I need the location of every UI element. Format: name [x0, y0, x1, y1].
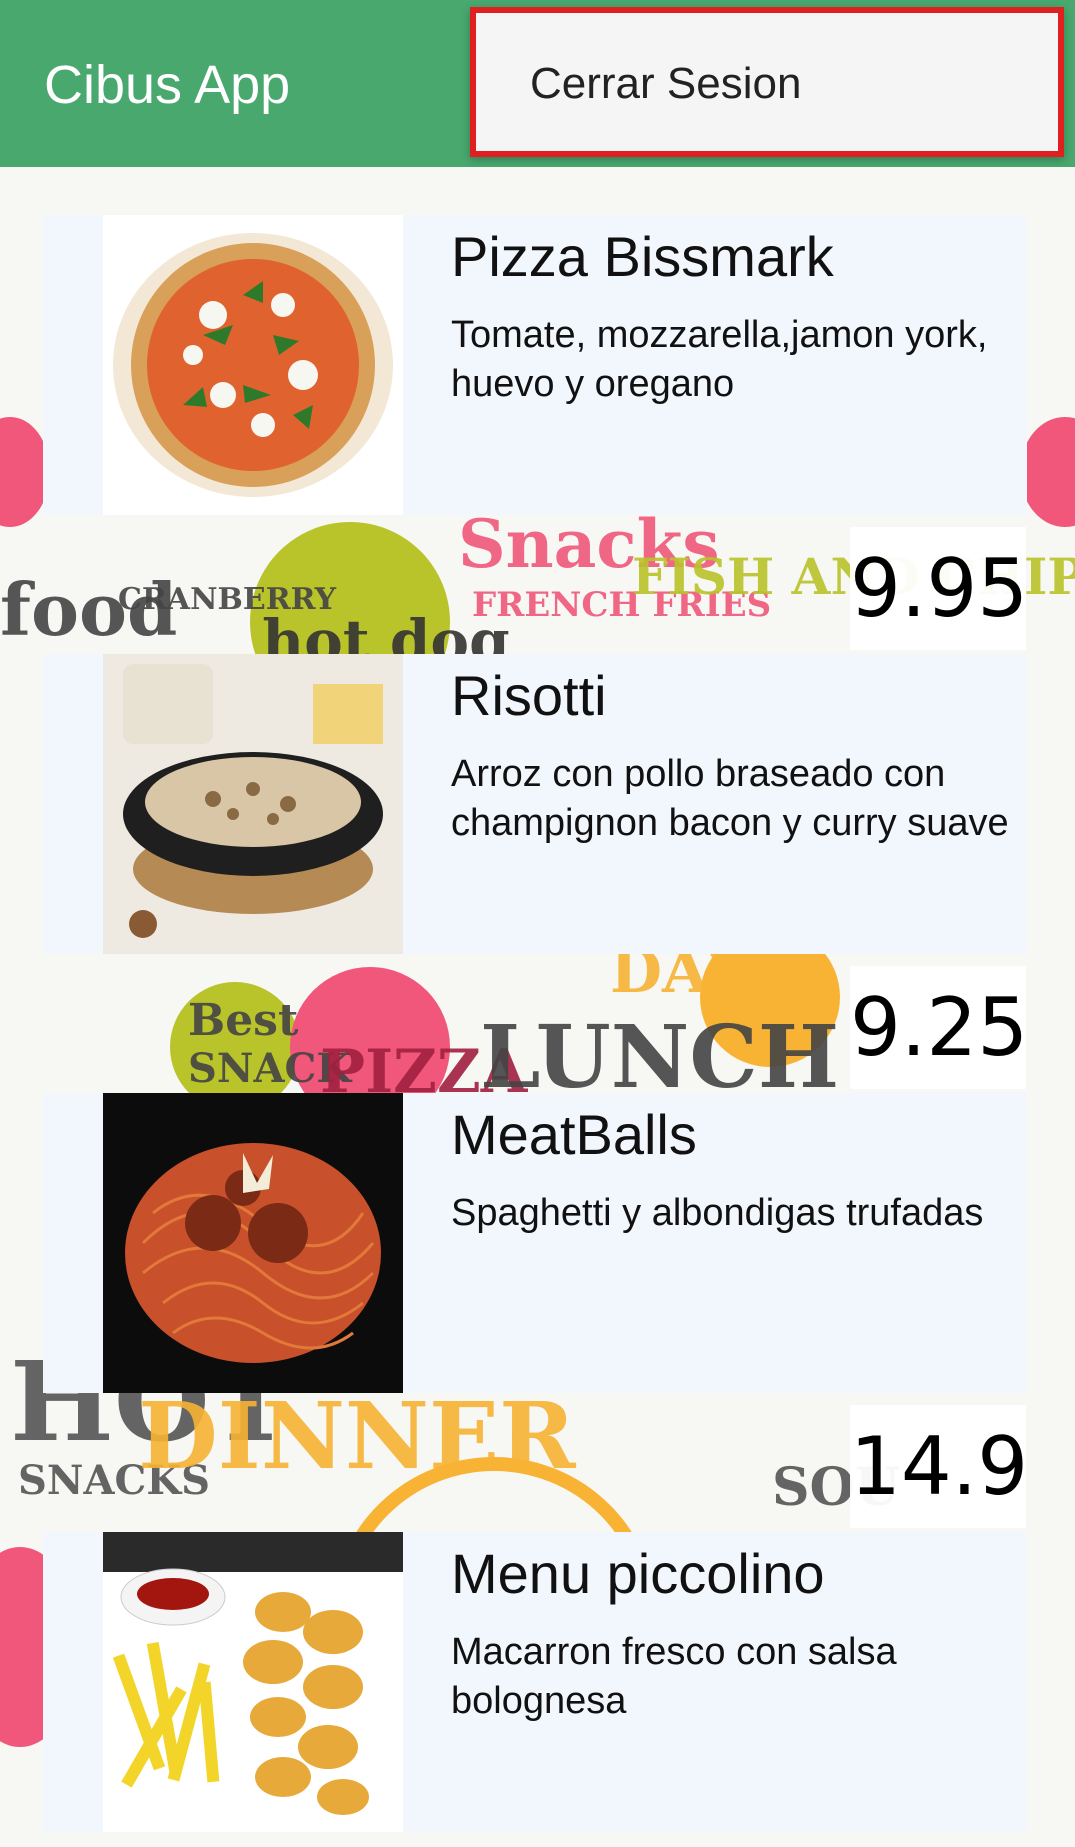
- dish-description: Macarron fresco con salsa bolognesa: [451, 1631, 897, 1722]
- dish-price: 9.95: [850, 527, 1028, 650]
- dish-description: Tomate, mozzarella,jamon york, huevo y o…: [451, 314, 988, 405]
- dish-price: 9.25: [850, 966, 1028, 1089]
- overflow-menu-popup: Cerrar Sesion: [470, 7, 1064, 157]
- risotto-image: [103, 654, 403, 954]
- dish-price: 14.9: [850, 1405, 1028, 1528]
- dish-description: Arroz con pollo braseado con champignon …: [451, 753, 1009, 844]
- logout-menu-item[interactable]: Cerrar Sesion: [530, 59, 801, 109]
- dish-card[interactable]: MeatBalls Spaghetti y albondigas trufada…: [43, 1093, 1027, 1393]
- bg-text-doodle: DINNER: [138, 1382, 576, 1490]
- dish-card[interactable]: Pizza Bissmark Tomate, mozzarella,jamon …: [43, 215, 1027, 515]
- dish-card[interactable]: Menu piccolino Macarron fresco con salsa…: [43, 1532, 1027, 1832]
- dish-name: Menu piccolino: [451, 1542, 825, 1605]
- nuggets-fries-image: [103, 1532, 403, 1832]
- app-title: Cibus App: [44, 55, 291, 115]
- bg-text-doodle: Best: [188, 995, 299, 1046]
- cup-doodle: [1020, 417, 1075, 527]
- dish-name: Risotti: [451, 664, 607, 727]
- dish-description: Spaghetti y albondigas trufadas: [451, 1192, 984, 1234]
- pizza-image: [103, 215, 403, 515]
- meatballs-image: [103, 1093, 403, 1393]
- dish-name: MeatBalls: [451, 1103, 697, 1166]
- dish-card[interactable]: Risotti Arroz con pollo braseado con cha…: [43, 654, 1027, 954]
- dish-name: Pizza Bissmark: [451, 225, 834, 288]
